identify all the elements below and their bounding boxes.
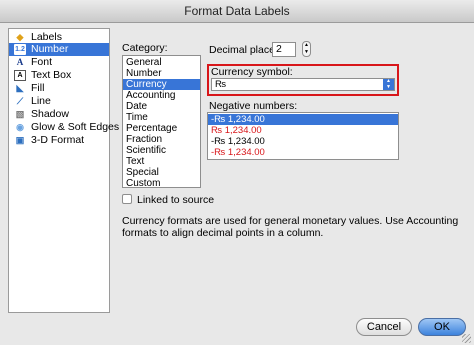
sidebar: ◆ Labels 1.2 Number A Font A Text Box ◣ … (8, 28, 119, 313)
category-label: Category: (122, 42, 168, 54)
category-item-scientific[interactable]: Scientific (123, 145, 200, 156)
category-item-accounting[interactable]: Accounting (123, 90, 200, 101)
line-icon: ⟋ (16, 96, 24, 106)
category-item-number[interactable]: Number (123, 68, 200, 79)
category-item-custom[interactable]: Custom (123, 178, 200, 189)
stepper-down-icon[interactable]: ▼ (303, 49, 310, 56)
sidebar-item-label: Shadow (31, 108, 69, 120)
text-box-icon: A (14, 70, 26, 81)
category-list[interactable]: General Number Currency Accounting Date … (122, 55, 201, 189)
number-icon: 1.2 (14, 44, 26, 55)
font-icon: A (16, 57, 24, 67)
negative-format-3[interactable]: -₨ 1,234.00 (208, 136, 398, 147)
decimal-places-input[interactable]: 2 (272, 42, 296, 57)
sidebar-item-3d-format[interactable]: ▣ 3-D Format (9, 134, 109, 147)
currency-symbol-select[interactable]: ₨ ▲ ▼ (211, 78, 395, 91)
stepper-up-icon[interactable]: ▲ (303, 42, 310, 49)
sidebar-item-glow[interactable]: ◉ Glow & Soft Edges (9, 121, 119, 134)
negative-format-1[interactable]: -₨ 1,234.00 (208, 114, 398, 125)
sidebar-item-label: Font (31, 56, 53, 68)
currency-symbol-value: ₨ (215, 79, 227, 90)
sidebar-item-label: Fill (31, 82, 45, 94)
sidebar-item-fill[interactable]: ◣ Fill (9, 82, 109, 95)
category-item-fraction[interactable]: Fraction (123, 134, 200, 145)
sidebar-item-label: Number (31, 43, 69, 55)
sidebar-item-label: 3-D Format (31, 134, 85, 146)
sidebar-item-label: Line (31, 95, 51, 107)
cancel-button[interactable]: Cancel (356, 318, 412, 336)
sidebar-item-font[interactable]: A Font (9, 56, 109, 69)
3d-format-icon: ▣ (15, 135, 25, 145)
sidebar-item-shadow[interactable]: ▧ Shadow (9, 108, 109, 121)
glow-icon: ◉ (16, 122, 24, 132)
sidebar-item-label: Text Box (31, 69, 72, 81)
category-item-time[interactable]: Time (123, 112, 200, 123)
ok-button[interactable]: OK (418, 318, 466, 336)
category-item-general[interactable]: General (123, 57, 200, 68)
decimal-places-stepper[interactable]: ▲ ▼ (302, 41, 311, 57)
currency-symbol-label: Currency symbol: (211, 66, 293, 78)
category-item-currency[interactable]: Currency (123, 79, 200, 90)
tag-icon: ◆ (16, 32, 24, 42)
negative-numbers-label: Negative numbers: (209, 100, 298, 112)
window-title: Format Data Labels (0, 0, 474, 23)
sidebar-item-number[interactable]: 1.2 Number (9, 43, 109, 56)
linked-to-source-checkbox[interactable] (122, 194, 132, 204)
negative-format-2[interactable]: ₨ 1,234.00 (208, 125, 398, 136)
category-item-special[interactable]: Special (123, 167, 200, 178)
negative-format-4[interactable]: -₨ 1,234.00 (208, 147, 398, 158)
select-arrows-icon[interactable]: ▲ ▼ (383, 78, 394, 90)
fill-bucket-icon: ◣ (16, 83, 24, 93)
category-item-percentage[interactable]: Percentage (123, 123, 200, 134)
sidebar-item-text-box[interactable]: A Text Box (9, 69, 109, 82)
sidebar-item-line[interactable]: ⟋ Line (9, 95, 109, 108)
linked-to-source-label: Linked to source (137, 194, 215, 206)
format-description: Currency formats are used for general mo… (122, 215, 459, 239)
shadow-icon: ▧ (15, 109, 25, 119)
sidebar-item-label: Glow & Soft Edges (31, 121, 120, 133)
category-item-date[interactable]: Date (123, 101, 200, 112)
category-item-text[interactable]: Text (123, 156, 200, 167)
resize-grip-icon[interactable] (462, 334, 471, 343)
negative-numbers-list[interactable]: -₨ 1,234.00 ₨ 1,234.00 -₨ 1,234.00 -₨ 1,… (207, 112, 399, 160)
